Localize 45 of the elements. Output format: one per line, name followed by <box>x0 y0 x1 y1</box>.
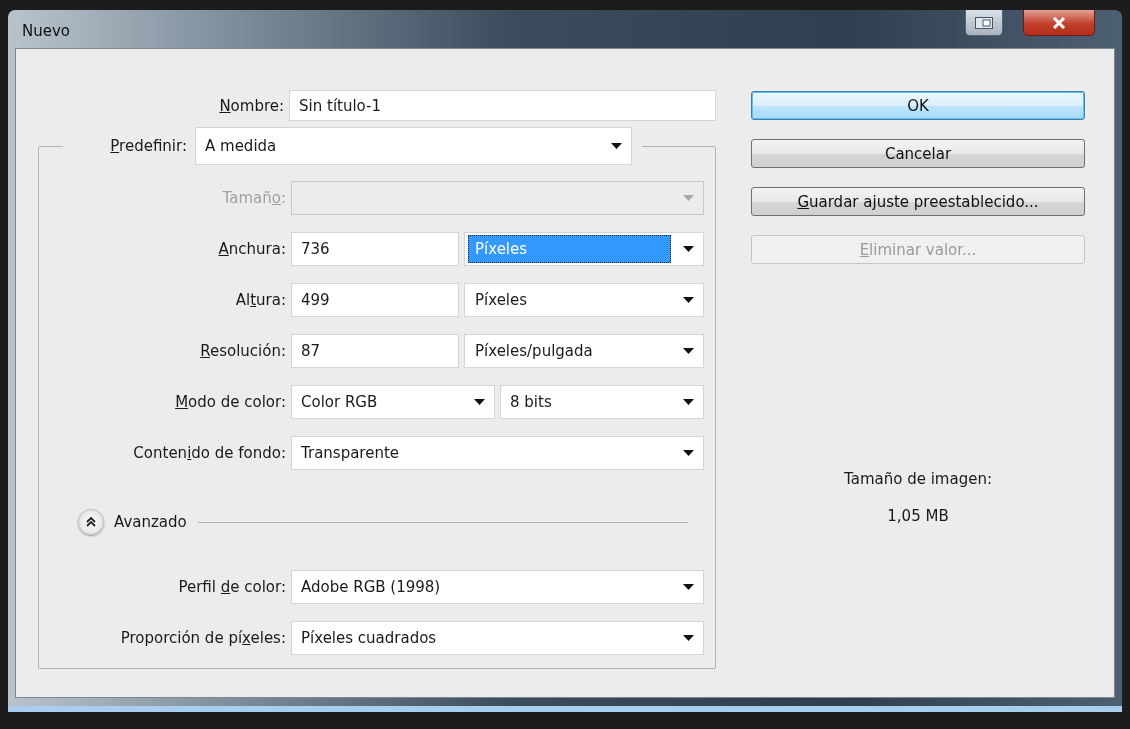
dialog-button[interactable]: Guardar ajuste preestablecido... <box>751 187 1085 216</box>
image-size-label: Tamaño de imagen: <box>844 470 992 488</box>
caret-icon <box>474 399 485 405</box>
image-size-value: 1,05 MB <box>887 507 949 525</box>
caret-icon <box>683 348 694 354</box>
caret-icon <box>683 195 694 201</box>
caret-icon <box>683 246 694 252</box>
field-label: Tamaño: <box>221 189 286 207</box>
caret-icon <box>683 584 694 590</box>
dropdown[interactable]: Píxeles cuadrados <box>291 621 704 655</box>
caret-icon <box>683 450 694 456</box>
dropdown[interactable]: Transparente <box>291 436 704 470</box>
field-label: Anchura: <box>217 240 286 258</box>
text-field[interactable]: 499 <box>291 283 459 317</box>
close-icon <box>1052 16 1066 29</box>
text-field[interactable]: 87 <box>291 334 459 368</box>
window-button[interactable] <box>965 10 1003 36</box>
dropdown[interactable]: Color RGB <box>291 385 495 419</box>
field-label: Contenido de fondo: <box>132 444 286 462</box>
field-label: Nombre: <box>218 96 285 115</box>
dialog-button[interactable]: OK <box>751 91 1085 120</box>
field-label: Perfil de color: <box>177 578 286 596</box>
caret-icon <box>683 297 694 303</box>
dropdown[interactable]: 8 bits <box>500 385 704 419</box>
dropdown[interactable]: Píxeles/pulgada <box>464 334 704 368</box>
field-label: Altura: <box>234 291 286 309</box>
caret-icon <box>683 399 694 405</box>
section-label: Avanzado <box>114 513 187 531</box>
text-field[interactable]: 736 <box>291 232 459 266</box>
chevron-up-icon <box>85 516 97 528</box>
field-label: Modo de color: <box>174 393 286 411</box>
dialog-button[interactable]: Cancelar <box>751 139 1085 168</box>
window-icon <box>975 16 993 29</box>
dropdown[interactable]: Adobe RGB (1998) <box>291 570 704 604</box>
field-label: Resolución: <box>199 342 286 360</box>
window-title: Nuevo <box>22 22 70 40</box>
field-label: Proporción de píxeles: <box>119 629 286 647</box>
dropdown[interactable]: A medida <box>195 127 632 165</box>
caret-icon <box>683 635 694 641</box>
dropdown[interactable]: Píxeles <box>464 283 704 317</box>
text-field[interactable]: Sin título-1 <box>289 90 716 121</box>
close-button[interactable] <box>1023 10 1095 36</box>
field-label: Predefinir: <box>109 137 187 155</box>
caret-icon <box>611 143 622 149</box>
collapse-button[interactable] <box>78 509 104 535</box>
